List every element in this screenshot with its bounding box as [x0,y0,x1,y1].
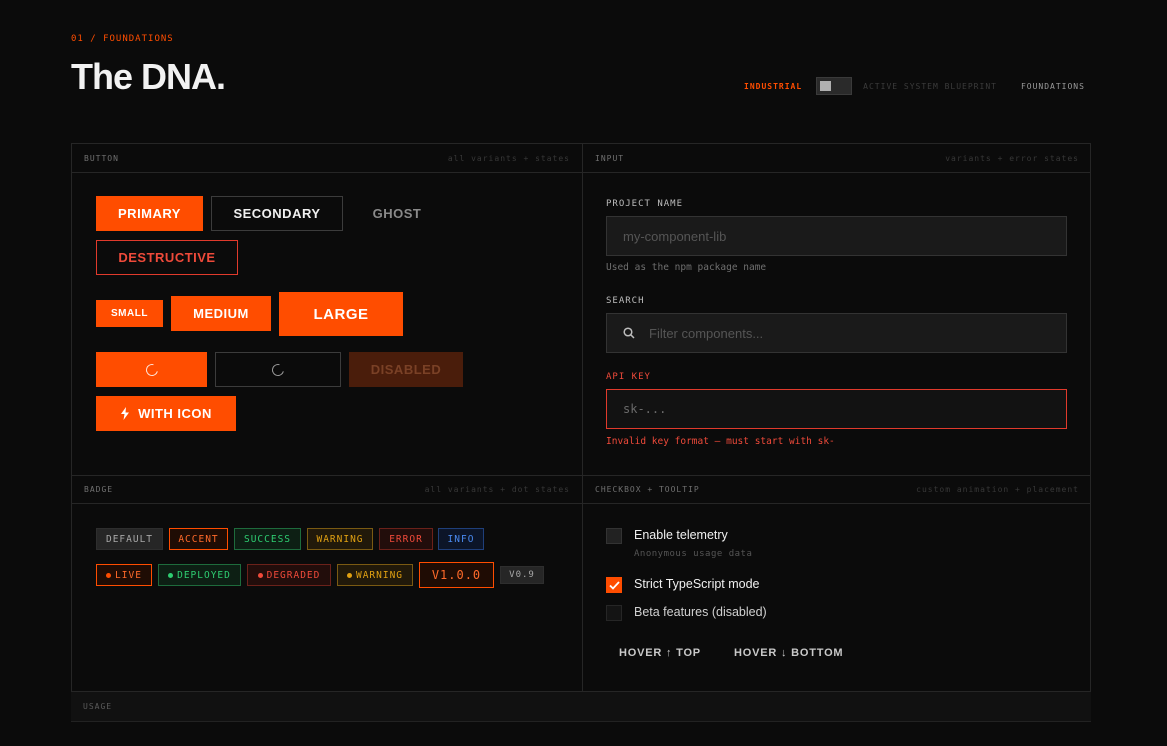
grid-divider [72,172,1090,173]
button-panel-header: BUTTON all variants + states [72,144,582,172]
telemetry-checkbox[interactable] [606,528,622,544]
strict-label[interactable]: Strict TypeScript mode [634,577,760,591]
loading-secondary-button[interactable] [215,352,341,387]
badge-success: SUCCESS [234,528,301,550]
primary-button[interactable]: PRIMARY [96,196,203,231]
tooltip-trigger-top[interactable]: HOVER ↑ TOP [619,647,701,659]
spinner-icon [269,361,287,378]
badge-degraded-label: DEGRADED [266,569,321,581]
small-button[interactable]: SMALL [96,300,163,327]
ghost-button[interactable]: GHOST [351,196,443,231]
search-label: SEARCH [606,296,645,306]
search-icon [623,327,635,339]
page-title: The DNA. [71,56,226,97]
badge-version-small: V0.9 [500,566,544,584]
large-button[interactable]: LARGE [279,292,403,336]
lightning-icon [121,407,130,420]
status-dot-icon [106,572,112,578]
search-input[interactable]: Filter components... [606,313,1067,353]
api-key-error: Invalid key format — must start with sk- [606,436,835,447]
spinner-icon [143,361,160,378]
grid-divider [72,503,1090,504]
disabled-button: DISABLED [349,352,463,387]
panel-title: BUTTON [84,153,119,163]
theme-toggle[interactable] [816,77,853,95]
status-dot-icon [168,572,174,578]
usage-panel-header: USAGE [71,692,1091,722]
project-name-input[interactable]: my-component-lib [606,216,1067,256]
top-nav: INDUSTRIAL ACTIVE SYSTEM BLUEPRINT FOUND… [744,77,1085,95]
section-eyebrow: 01 / FOUNDATIONS [71,34,174,44]
toggle-knob [820,81,832,91]
badge-accent: ACCENT [169,528,228,550]
project-name-label: PROJECT NAME [606,199,684,209]
beta-checkbox [606,605,622,621]
badge-default: DEFAULT [96,528,163,550]
badge-live: LIVE [96,564,152,586]
input-panel-header: INPUT variants + error states [583,144,1091,172]
tooltip-trigger-bottom[interactable]: HOVER ↓ BOTTOM [734,647,843,659]
badge-warning-dot: WARNING [337,564,413,586]
nav-blueprint[interactable]: ACTIVE SYSTEM BLUEPRINT [863,82,997,91]
checkbox-panel-header: CHECKBOX + TOOLTIP custom animation + pl… [583,475,1091,503]
nav-industrial[interactable]: INDUSTRIAL [744,82,802,91]
secondary-button[interactable]: SECONDARY [211,196,343,231]
badge-degraded: DEGRADED [247,564,331,586]
badge-panel-header: BADGE all variants + dot states [72,475,582,503]
destructive-button[interactable]: DESTRUCTIVE [96,240,238,275]
telemetry-label[interactable]: Enable telemetry [634,528,728,542]
check-icon [608,580,620,590]
nav-foundations[interactable]: FOUNDATIONS [1021,82,1085,91]
project-name-hint: Used as the npm package name [606,262,767,273]
panel-title: BADGE [84,484,114,494]
search-placeholder: Filter components... [649,325,764,341]
medium-button[interactable]: MEDIUM [171,296,271,331]
with-icon-button[interactable]: WITH ICON [96,396,236,431]
panel-subtitle: all variants + states [447,153,570,163]
badge-error: ERROR [379,528,433,550]
badge-info: INFO [438,528,484,550]
panel-subtitle: custom animation + placement [916,484,1079,494]
badge-deployed-label: DEPLOYED [177,569,231,581]
badge-version-large: V1.0.0 [419,562,494,588]
strict-checkbox[interactable] [606,577,622,593]
api-key-input[interactable]: sk-... [606,389,1067,429]
badge-deployed: DEPLOYED [158,564,241,586]
with-icon-label: WITH ICON [138,406,212,421]
api-key-label: API KEY [606,372,651,382]
status-dot-icon [346,572,352,578]
badge-live-label: LIVE [115,569,142,581]
badge-warning: WARNING [307,528,373,550]
panel-title: INPUT [595,153,625,163]
panel-title: CHECKBOX + TOOLTIP [595,484,700,494]
status-dot-icon [257,572,263,578]
grid-divider-vertical [582,144,583,691]
panel-subtitle: all variants + dot states [424,484,570,494]
telemetry-description: Anonymous usage data [634,549,753,559]
loading-primary-button[interactable] [96,352,207,387]
panel-subtitle: variants + error states [945,153,1079,163]
beta-label: Beta features (disabled) [634,605,767,619]
badge-warning-label: WARNING [355,569,404,581]
